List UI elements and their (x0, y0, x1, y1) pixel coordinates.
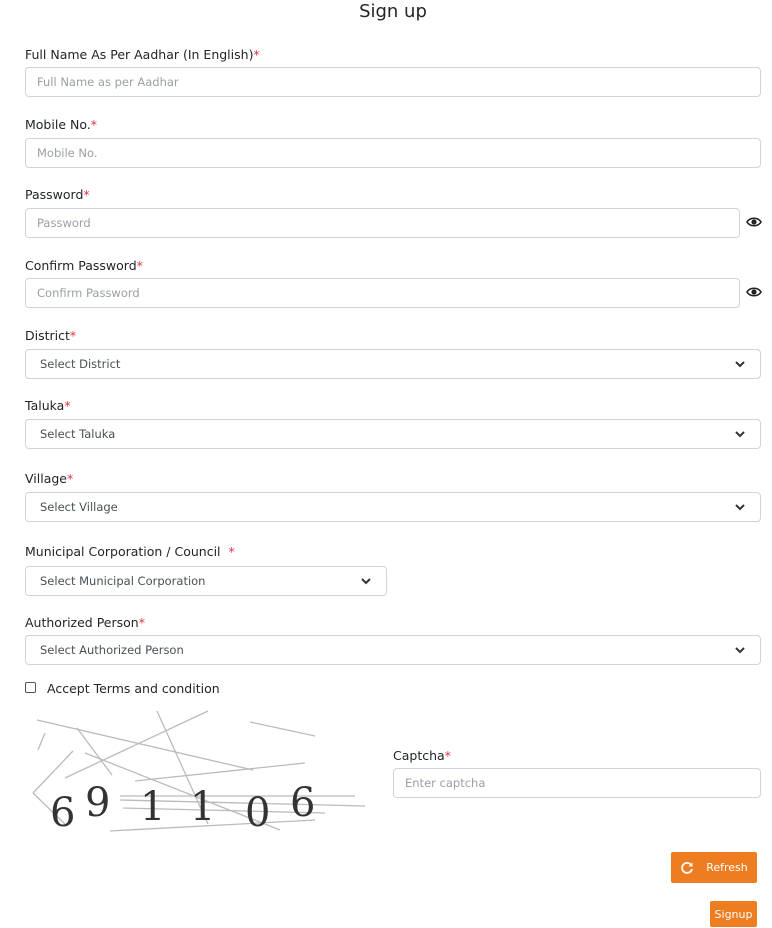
municipal-label-text: Municipal Corporation / Council (25, 544, 225, 559)
eye-icon[interactable] (746, 286, 762, 298)
authorized-person-label: Authorized Person* (25, 615, 145, 631)
chevron-down-icon (735, 361, 745, 368)
taluka-label: Taluka* (25, 398, 71, 414)
confirm-password-input[interactable] (25, 278, 740, 308)
required-marker: * (228, 544, 235, 559)
captcha-digit: 1 (140, 784, 165, 830)
required-marker: * (69, 328, 77, 343)
required-marker: * (83, 187, 90, 202)
district-label-text: District (25, 328, 70, 343)
confirm-password-label: Confirm Password* (25, 258, 143, 274)
village-label: Village* (25, 471, 73, 487)
district-select[interactable]: Select District (25, 349, 761, 379)
password-label: Password* (25, 187, 90, 203)
chevron-down-icon (735, 431, 745, 438)
required-marker: * (253, 47, 260, 62)
chevron-down-icon (735, 504, 745, 511)
terms-checkbox[interactable] (25, 682, 36, 693)
full-name-label: Full Name As Per Aadhar (In English)* (25, 47, 260, 63)
mobile-label-text: Mobile No. (25, 117, 91, 132)
chevron-down-icon (735, 647, 745, 654)
municipal-label: Municipal Corporation / Council * (25, 544, 235, 560)
district-label: District* (25, 328, 76, 344)
signup-button[interactable]: Signup (710, 901, 757, 927)
district-selected-value: Select District (40, 357, 121, 371)
authorized-person-label-text: Authorized Person (25, 615, 139, 630)
authorized-person-selected-value: Select Authorized Person (40, 643, 184, 657)
captcha-digit: 6 (290, 780, 315, 826)
terms-label[interactable]: Accept Terms and condition (47, 681, 220, 697)
refresh-button[interactable]: Refresh (671, 852, 757, 883)
municipal-selected-value: Select Municipal Corporation (40, 574, 206, 588)
required-marker: * (136, 258, 143, 273)
refresh-icon (681, 861, 694, 874)
taluka-selected-value: Select Taluka (40, 427, 116, 441)
village-label-text: Village (25, 471, 67, 486)
full-name-input[interactable] (25, 67, 761, 97)
village-selected-value: Select Village (40, 500, 118, 514)
taluka-label-text: Taluka (25, 398, 65, 413)
captcha-label-text: Captcha (393, 748, 445, 763)
mobile-label: Mobile No.* (25, 117, 97, 133)
chevron-down-icon (361, 578, 371, 585)
page-title: Sign up (359, 1, 427, 22)
refresh-label: Refresh (706, 861, 748, 874)
required-marker: * (138, 615, 145, 630)
password-label-text: Password (25, 187, 84, 202)
captcha-image: 6 9 1 1 0 6 (32, 710, 366, 836)
confirm-password-label-text: Confirm Password (25, 258, 137, 273)
required-marker: * (66, 471, 74, 486)
municipal-select[interactable]: Select Municipal Corporation (25, 566, 387, 596)
captcha-label: Captcha* (393, 748, 451, 764)
captcha-input[interactable] (393, 768, 761, 798)
captcha-digit: 9 (85, 780, 110, 826)
village-select[interactable]: Select Village (25, 492, 761, 522)
eye-icon[interactable] (746, 216, 762, 228)
captcha-digit: 0 (245, 790, 270, 836)
full-name-label-text: Full Name As Per Aadhar (In English) (25, 47, 254, 62)
captcha-digit: 1 (190, 784, 215, 830)
authorized-person-select[interactable]: Select Authorized Person (25, 635, 761, 665)
captcha-digit: 6 (50, 790, 75, 836)
taluka-select[interactable]: Select Taluka (25, 419, 761, 449)
required-marker: * (64, 398, 71, 413)
required-marker: * (444, 748, 451, 763)
mobile-input[interactable] (25, 138, 761, 168)
required-marker: * (90, 117, 97, 132)
password-input[interactable] (25, 208, 740, 238)
